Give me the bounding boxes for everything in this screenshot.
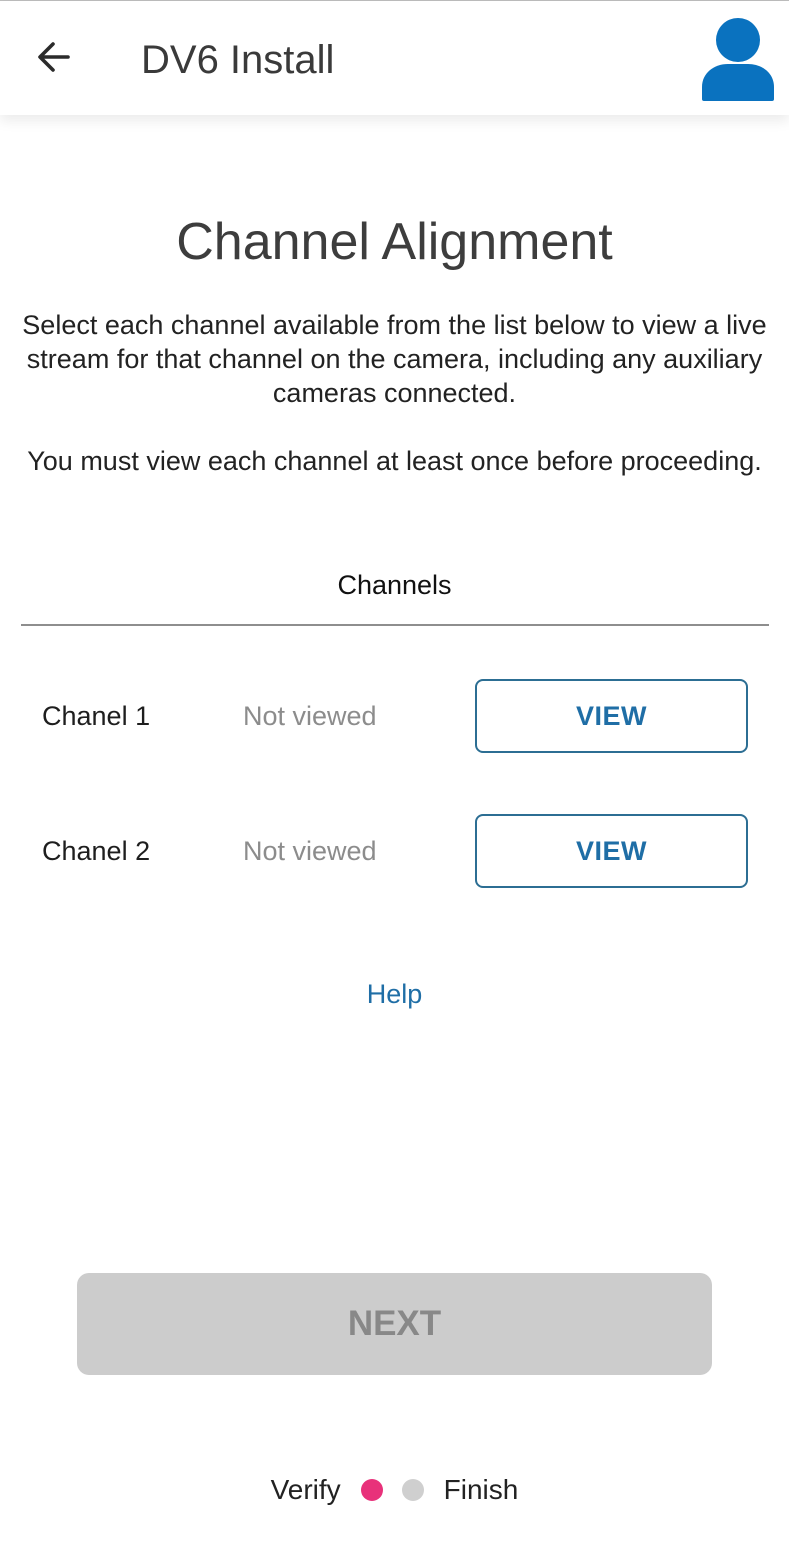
next-button[interactable]: NEXT <box>77 1273 712 1375</box>
back-button[interactable] <box>22 25 86 89</box>
channel-name: Chanel 1 <box>42 701 151 731</box>
app-bar: DV6 Install <box>0 1 789 115</box>
progress-stepper: Verify Finish <box>0 1468 789 1512</box>
app-title: DV6 Install <box>141 38 335 82</box>
page-title: Channel Alignment <box>176 213 613 271</box>
channels-header: Channels <box>337 570 452 600</box>
view-channel-1-button[interactable]: VIEW <box>475 679 748 753</box>
channel-status: Not viewed <box>243 701 377 731</box>
instruction-text: Select each channel available from the l… <box>22 310 767 408</box>
step-dot-inactive <box>401 1479 424 1501</box>
channels-divider <box>21 624 769 626</box>
channel-name: Chanel 2 <box>42 836 151 866</box>
arrow-left-icon <box>38 42 70 72</box>
instruction-requirement-text: You must view each channel at least once… <box>27 446 762 476</box>
help-link[interactable]: Help <box>0 976 789 1012</box>
user-profile-icon <box>702 18 774 101</box>
step-dot-active <box>360 1479 383 1501</box>
step-label-finish: Finish <box>443 1474 519 1505</box>
channel-status: Not viewed <box>243 836 377 866</box>
channel-row: Chanel 2 Not viewed VIEW <box>0 814 789 888</box>
instructions: Select each channel available from the l… <box>14 308 775 478</box>
profile-button[interactable] <box>698 15 778 103</box>
channel-row: Chanel 1 Not viewed VIEW <box>0 679 789 753</box>
step-label-verify: Verify <box>270 1474 341 1505</box>
view-channel-2-button[interactable]: VIEW <box>475 814 748 888</box>
